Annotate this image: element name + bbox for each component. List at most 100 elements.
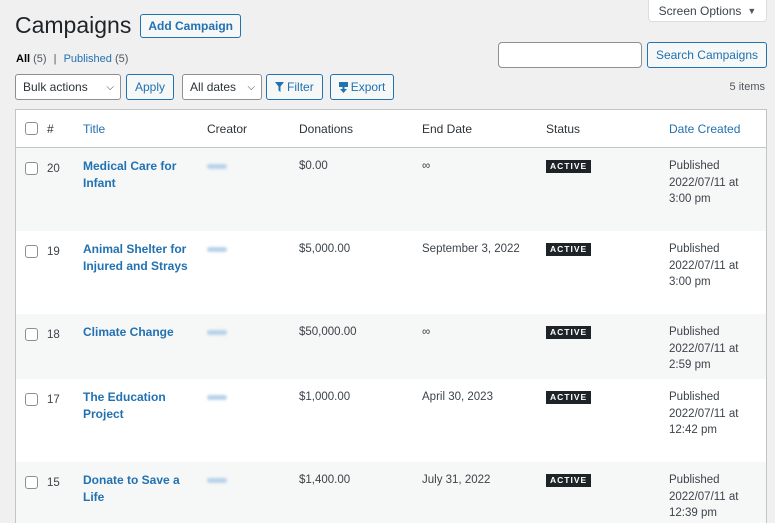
apply-button[interactable]: Apply — [126, 74, 175, 100]
select-all-checkbox[interactable] — [25, 122, 38, 135]
column-title[interactable]: Title — [83, 121, 193, 138]
items-count: 5 items — [729, 81, 765, 93]
date-created-line: Published — [669, 391, 720, 403]
date-created-line: 12:39 pm — [669, 507, 717, 519]
title-row: Campaigns Add Campaign — [15, 12, 242, 39]
campaign-title-line: Life — [83, 489, 105, 504]
blurred-creator — [207, 247, 227, 252]
column-creator: Creator — [207, 122, 248, 136]
end-date-value: April 30, 2023 — [422, 391, 493, 403]
date-created-value: Published 2022/07/11 at 3:00 pm — [669, 158, 761, 208]
campaign-id: 15 — [47, 477, 60, 489]
table-header: # Title Creator Donations End Date Statu… — [16, 110, 766, 148]
date-created-value: Published 2022/07/11 at 3:00 pm — [669, 241, 761, 291]
campaign-title-link[interactable]: The Education Project — [83, 389, 193, 422]
status-cell: ACTIVE — [546, 389, 592, 406]
date-created-line: 2022/07/11 at — [669, 259, 739, 272]
status-cell: ACTIVE — [546, 158, 592, 175]
chevron-down-icon: ⌵ — [247, 81, 256, 93]
end-date-value: ∞ — [422, 160, 431, 172]
row-checkbox[interactable] — [25, 393, 38, 406]
row-checkbox[interactable] — [25, 328, 38, 341]
table-row: 17 The Education Project $1,000.00 April 30,… — [16, 379, 766, 462]
campaign-title-line: Project — [83, 406, 124, 421]
campaign-title-link[interactable]: Donate to Save a Life — [83, 472, 193, 505]
column-date-created[interactable]: Date Created — [669, 121, 761, 138]
row-checkbox[interactable] — [25, 245, 38, 258]
campaign-title-line: Injured and Strays — [83, 258, 188, 273]
chevron-down-icon: ⌵ — [106, 81, 114, 93]
blurred-creator — [207, 395, 227, 400]
date-created-line: Published — [669, 326, 720, 338]
view-published-count: (5) — [114, 53, 129, 65]
date-created-value: Published 2022/07/11 at 2:59 pm — [669, 324, 761, 374]
table-row: 18 Climate Change $50,000.00 ∞ ACTIVE Publish… — [16, 314, 766, 379]
filter-label: Filter — [287, 80, 314, 94]
screen-options-button[interactable]: Screen Options ▼ — [648, 0, 767, 22]
column-number: # — [47, 122, 54, 136]
campaigns-table: # Title Creator Donations End Date Statu… — [15, 109, 767, 523]
end-date-value: September 3, 2022 — [422, 243, 520, 255]
date-created-line: 12:42 pm — [669, 424, 717, 436]
date-created-line: Published — [669, 160, 720, 172]
status-badge: ACTIVE — [546, 326, 592, 339]
creator-name — [207, 389, 227, 406]
date-created-line: 2022/07/11 at — [669, 342, 739, 355]
donations-value: $1,400.00 — [299, 474, 351, 486]
donations-value: $1,000.00 — [299, 391, 351, 403]
campaign-id: 20 — [47, 163, 60, 175]
view-separator: | — [53, 53, 57, 65]
date-created-line: 3:00 pm — [669, 193, 711, 205]
view-all-link[interactable]: All — [16, 53, 30, 65]
creator-name — [207, 241, 227, 258]
end-date-value: July 31, 2022 — [422, 474, 491, 486]
status-cell: ACTIVE — [546, 241, 592, 258]
campaign-title-line: Infant — [83, 175, 116, 190]
bulk-actions-select[interactable]: Bulk actions ⌵ — [15, 74, 121, 100]
status-badge: ACTIVE — [546, 243, 592, 256]
export-icon — [338, 81, 348, 93]
status-cell: ACTIVE — [546, 472, 592, 489]
search-input[interactable] — [497, 42, 642, 68]
campaign-title-link[interactable]: Medical Care for Infant — [83, 158, 193, 191]
view-published-link[interactable]: Published — [64, 53, 112, 65]
status-cell: ACTIVE — [546, 324, 592, 341]
column-donations: Donations — [299, 122, 354, 136]
add-campaign-button[interactable]: Add Campaign — [140, 13, 242, 38]
view-all-label: All — [16, 53, 31, 65]
view-filters: All (5) | Published (5) — [16, 53, 128, 65]
donations-value: $50,000.00 — [299, 326, 357, 338]
search-campaigns-button[interactable]: Search Campaigns — [646, 42, 767, 68]
row-checkbox[interactable] — [25, 162, 38, 175]
donations-value: $5,000.00 — [299, 243, 351, 255]
table-row: 20 Medical Care for Infant $0.00 ∞ ACTIVE Publ… — [16, 148, 766, 231]
blurred-creator — [207, 478, 227, 483]
creator-name — [207, 158, 227, 175]
date-created-line: 2022/07/11 at — [669, 176, 739, 189]
date-created-line: 3:00 pm — [669, 276, 711, 288]
campaign-id: 18 — [47, 329, 60, 341]
date-created-line: Published — [669, 243, 720, 255]
creator-name — [207, 472, 227, 489]
campaign-title-link[interactable]: Climate Change — [83, 324, 193, 341]
filter-button[interactable]: Filter — [266, 74, 323, 100]
campaign-title-line: Animal Shelter for — [83, 242, 187, 256]
search-box: Search Campaigns — [497, 42, 767, 68]
row-checkbox[interactable] — [25, 476, 38, 489]
date-created-line: Published — [669, 474, 720, 486]
campaign-title-line: The Education — [83, 390, 166, 404]
status-badge: ACTIVE — [546, 160, 592, 173]
campaign-title-link[interactable]: Animal Shelter for Injured and Strays — [83, 241, 193, 274]
campaign-title-line: Medical Care for — [83, 159, 177, 173]
donations-value: $0.00 — [299, 160, 328, 172]
export-button[interactable]: Export — [329, 74, 395, 100]
export-label: Export — [350, 80, 386, 94]
bulk-actions-value: Bulk actions — [23, 80, 88, 94]
caret-down-icon: ▼ — [747, 5, 757, 16]
status-badge: ACTIVE — [546, 391, 592, 404]
campaign-title-line: Climate Change — [83, 325, 174, 339]
campaign-id: 17 — [47, 394, 60, 406]
dates-select[interactable]: All dates ⌵ — [182, 74, 263, 100]
campaign-title-line: Donate to Save a — [83, 473, 180, 487]
table-body: 20 Medical Care for Infant $0.00 ∞ ACTIVE Publ… — [16, 148, 766, 523]
